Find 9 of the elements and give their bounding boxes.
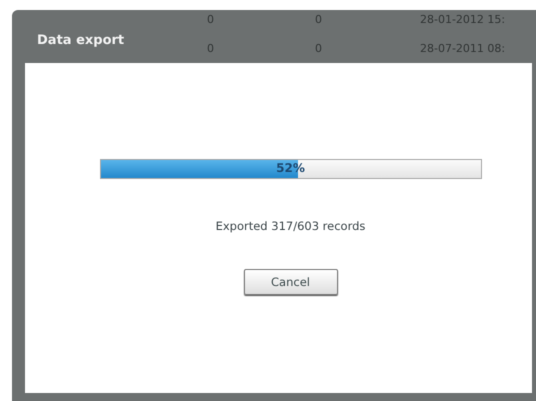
table-cell-text: 0 [315,41,322,57]
table-cell-text: 28-07-2011 08: [420,41,506,57]
cancel-button[interactable]: Cancel [244,269,338,295]
table-cell-text: 0 [315,12,322,28]
table-cell-text: 0 [207,41,214,57]
export-status: Exported 317/603 records [216,219,366,233]
table-cell-text: 28-01-2012 15: [420,12,506,28]
dialog-title: Data export [37,33,124,48]
table-cell-text: 0 [207,12,214,28]
